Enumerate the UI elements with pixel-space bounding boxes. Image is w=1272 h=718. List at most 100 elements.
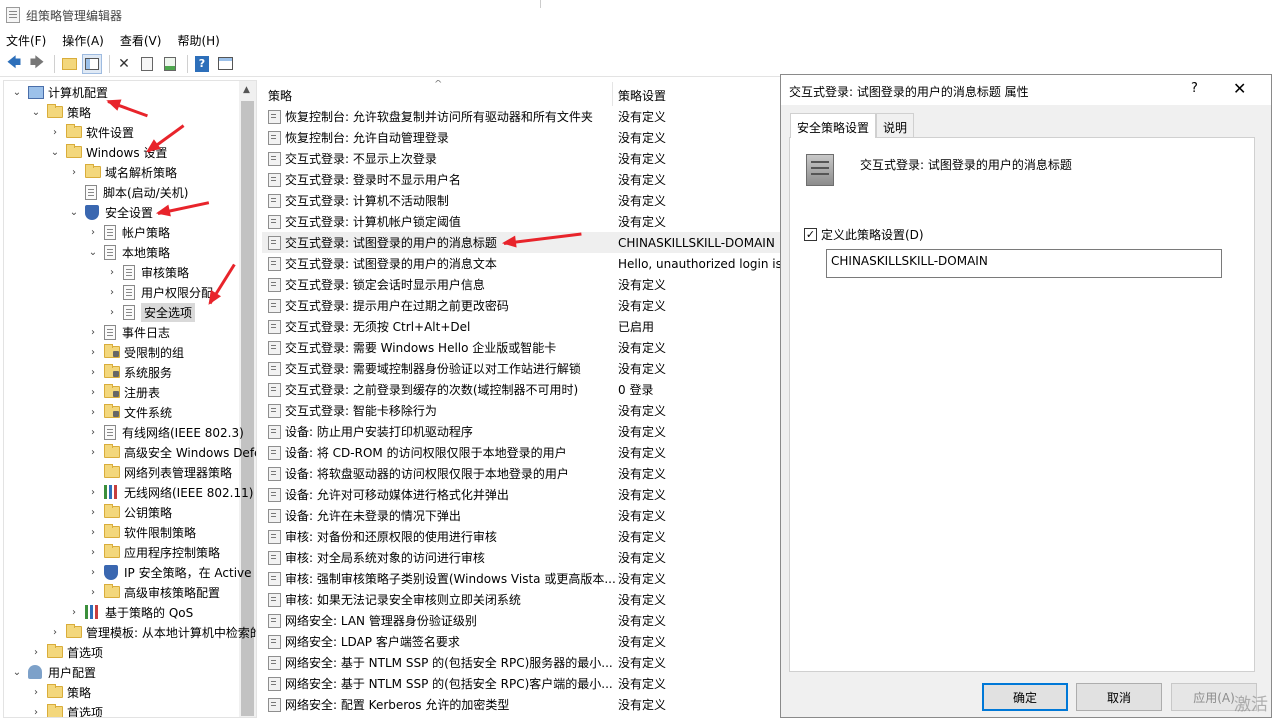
table-row[interactable]: 交互式登录: 试图登录的用户的消息文本 Hello, unauthorized l… — [262, 253, 780, 274]
expanded-chevron-icon[interactable]: ⌄ — [50, 147, 60, 158]
tree-item[interactable]: › 高级审核策略配置 — [88, 582, 220, 602]
properties-icon[interactable] — [137, 54, 157, 74]
menu-action[interactable]: 操作(A) — [62, 32, 104, 49]
tree-item[interactable]: › 域名解析策略 — [69, 162, 177, 182]
expanded-chevron-icon[interactable]: ⌄ — [31, 107, 41, 118]
table-row[interactable]: 交互式登录: 之前登录到缓存的次数(域控制器不可用时) 0 登录 — [262, 379, 780, 400]
table-row[interactable]: 网络安全: 配置 Kerberos 允许的加密类型 没有定义 — [262, 694, 780, 715]
collapsed-chevron-icon[interactable]: › — [88, 387, 98, 398]
table-row[interactable]: 网络安全: LAN 管理器身份验证级别 没有定义 — [262, 610, 780, 631]
collapsed-chevron-icon[interactable]: › — [88, 347, 98, 358]
tree-item[interactable]: › 安全选项 — [107, 302, 196, 322]
table-row[interactable]: 交互式登录: 计算机不活动限制 没有定义 — [262, 190, 780, 211]
collapsed-chevron-icon[interactable]: › — [31, 687, 41, 698]
collapsed-chevron-icon[interactable]: › — [69, 607, 79, 618]
tree-item[interactable]: › 事件日志 — [88, 322, 170, 342]
collapsed-chevron-icon[interactable]: › — [107, 287, 117, 298]
close-icon[interactable]: ✕ — [1233, 79, 1246, 98]
table-row[interactable]: 交互式登录: 智能卡移除行为 没有定义 — [262, 400, 780, 421]
expanded-chevron-icon[interactable]: ⌄ — [12, 87, 22, 98]
tree-item[interactable]: › 基于策略的 QoS — [69, 602, 193, 622]
table-row[interactable]: 网络安全: LDAP 客户端签名要求 没有定义 — [262, 631, 780, 652]
define-policy-checkbox[interactable]: ✓ — [804, 228, 817, 241]
console-tree[interactable]: ▲ ⌄ 计算机配置 ⌄ 策略 › 软件设置 ⌄ Windows 设置 › 域名解析策略 脚本(启动/… — [3, 80, 257, 718]
tree-item[interactable]: ⌄ 本地策略 — [88, 242, 170, 262]
back-arrow-icon[interactable]: 🡄 — [4, 54, 24, 74]
table-row[interactable]: 恢复控制台: 允许软盘复制并访问所有驱动器和所有文件夹 没有定义 — [262, 106, 780, 127]
tree-item[interactable]: › 应用程序控制策略 — [88, 542, 220, 562]
tab-security-policy-setting[interactable]: 安全策略设置 — [790, 113, 877, 138]
tree-item[interactable]: › 软件限制策略 — [88, 522, 196, 542]
delete-icon[interactable]: ✕ — [114, 54, 134, 74]
define-policy-label[interactable]: 定义此策略设置(D) — [821, 226, 924, 243]
table-row[interactable]: 交互式登录: 需要 Windows Hello 企业版或智能卡 没有定义 — [262, 337, 780, 358]
table-row[interactable]: 审核: 强制审核策略子类别设置(Windows Vista 或更高版本... 没有… — [262, 568, 780, 589]
table-row[interactable]: 设备: 将软盘驱动器的访问权限仅限于本地登录的用户 没有定义 — [262, 463, 780, 484]
tree-item[interactable]: › 策略 — [31, 682, 91, 702]
table-row[interactable]: 审核: 如果无法记录安全审核则立即关闭系统 没有定义 — [262, 589, 780, 610]
collapsed-chevron-icon[interactable]: › — [88, 427, 98, 438]
ok-button[interactable]: 确定 — [982, 683, 1068, 711]
tree-item[interactable]: › 首选项 — [31, 702, 103, 718]
tree-item[interactable]: › 软件设置 — [50, 122, 134, 142]
tree-item[interactable]: 脚本(启动/关机) — [69, 182, 188, 202]
tree-item[interactable]: › 有线网络(IEEE 802.3) — [88, 422, 244, 442]
tree-item[interactable]: › 首选项 — [31, 642, 103, 662]
expanded-chevron-icon[interactable]: ⌄ — [69, 207, 79, 218]
scroll-up-arrow-icon[interactable]: ▲ — [243, 85, 250, 95]
collapsed-chevron-icon[interactable]: › — [88, 407, 98, 418]
tree-item[interactable]: ⌄ 安全设置 — [69, 202, 153, 222]
collapsed-chevron-icon[interactable]: › — [88, 507, 98, 518]
table-row[interactable]: 交互式登录: 锁定会话时显示用户信息 没有定义 — [262, 274, 780, 295]
table-row[interactable]: 交互式登录: 需要域控制器身份验证以对工作站进行解锁 没有定义 — [262, 358, 780, 379]
menu-help[interactable]: 帮助(H) — [177, 32, 219, 49]
tree-item[interactable]: › 公钥策略 — [88, 502, 172, 522]
forward-arrow-icon[interactable]: 🡆 — [27, 54, 47, 74]
define-policy-row[interactable]: ✓ 定义此策略设置(D) — [804, 226, 924, 243]
collapsed-chevron-icon[interactable]: › — [69, 167, 79, 178]
collapsed-chevron-icon[interactable]: › — [107, 307, 117, 318]
collapsed-chevron-icon[interactable]: › — [88, 567, 98, 578]
tree-item[interactable]: › 受限制的组 — [88, 342, 184, 362]
table-row[interactable]: 设备: 防止用户安装打印机驱动程序 没有定义 — [262, 421, 780, 442]
table-row[interactable]: 交互式登录: 提示用户在过期之前更改密码 没有定义 — [262, 295, 780, 316]
tree-item[interactable]: › IP 安全策略，在 Active Directory — [88, 562, 256, 582]
tree-item[interactable]: › 文件系统 — [88, 402, 172, 422]
tree-item[interactable]: › 帐户策略 — [88, 222, 170, 242]
collapsed-chevron-icon[interactable]: › — [88, 547, 98, 558]
tab-explain[interactable]: 说明 — [876, 113, 915, 137]
collapsed-chevron-icon[interactable]: › — [88, 227, 98, 238]
collapsed-chevron-icon[interactable]: › — [107, 267, 117, 278]
table-row[interactable]: 交互式登录: 登录时不显示用户名 没有定义 — [262, 169, 780, 190]
tree-item[interactable]: › 无线网络(IEEE 802.11) — [88, 482, 253, 502]
table-row[interactable]: 审核: 对全局系统对象的访问进行审核 没有定义 — [262, 547, 780, 568]
tree-item[interactable]: › 管理模板: 从本地计算机中检索的策略定义 — [50, 622, 256, 642]
table-row[interactable]: 审核: 对备份和还原权限的使用进行审核 没有定义 — [262, 526, 780, 547]
tree-item[interactable]: › 高级安全 Windows Defender — [88, 442, 256, 462]
collapsed-chevron-icon[interactable]: › — [31, 707, 41, 718]
column-separator[interactable] — [612, 82, 613, 106]
expanded-chevron-icon[interactable]: ⌄ — [12, 667, 22, 678]
menu-view[interactable]: 查看(V) — [120, 32, 162, 49]
tree-item[interactable]: ⌄ 用户配置 — [12, 662, 96, 682]
show-hide-tree-icon[interactable] — [82, 53, 102, 74]
table-row[interactable]: 网络安全: 基于 NTLM SSP 的(包括安全 RPC)服务器的最小... 没有… — [262, 652, 780, 673]
tree-item[interactable]: 网络列表管理器策略 — [88, 462, 232, 482]
table-row[interactable]: 设备: 允许在未登录的情况下弹出 没有定义 — [262, 505, 780, 526]
message-title-input[interactable]: CHINASKILLSKILL-DOMAIN — [826, 249, 1222, 278]
collapsed-chevron-icon[interactable]: › — [88, 587, 98, 598]
collapsed-chevron-icon[interactable]: › — [88, 367, 98, 378]
console-view-icon[interactable] — [215, 54, 235, 74]
menu-file[interactable]: 文件(F) — [6, 32, 46, 49]
table-row[interactable]: 交互式登录: 不显示上次登录 没有定义 — [262, 148, 780, 169]
tree-item[interactable]: › 注册表 — [88, 382, 160, 402]
help-question-icon[interactable]: ? — [1191, 81, 1198, 96]
collapsed-chevron-icon[interactable]: › — [88, 327, 98, 338]
table-row[interactable]: 设备: 将 CD-ROM 的访问权限仅限于本地登录的用户 没有定义 — [262, 442, 780, 463]
collapsed-chevron-icon[interactable]: › — [31, 647, 41, 658]
table-row[interactable]: 交互式登录: 无须按 Ctrl+Alt+Del 已启用 — [262, 316, 780, 337]
expanded-chevron-icon[interactable]: ⌄ — [88, 247, 98, 258]
table-row[interactable]: 恢复控制台: 允许自动管理登录 没有定义 — [262, 127, 780, 148]
table-row[interactable]: 网络安全: 基于 NTLM SSP 的(包括安全 RPC)客户端的最小... 没有… — [262, 673, 780, 694]
tree-item[interactable]: › 审核策略 — [107, 262, 189, 282]
